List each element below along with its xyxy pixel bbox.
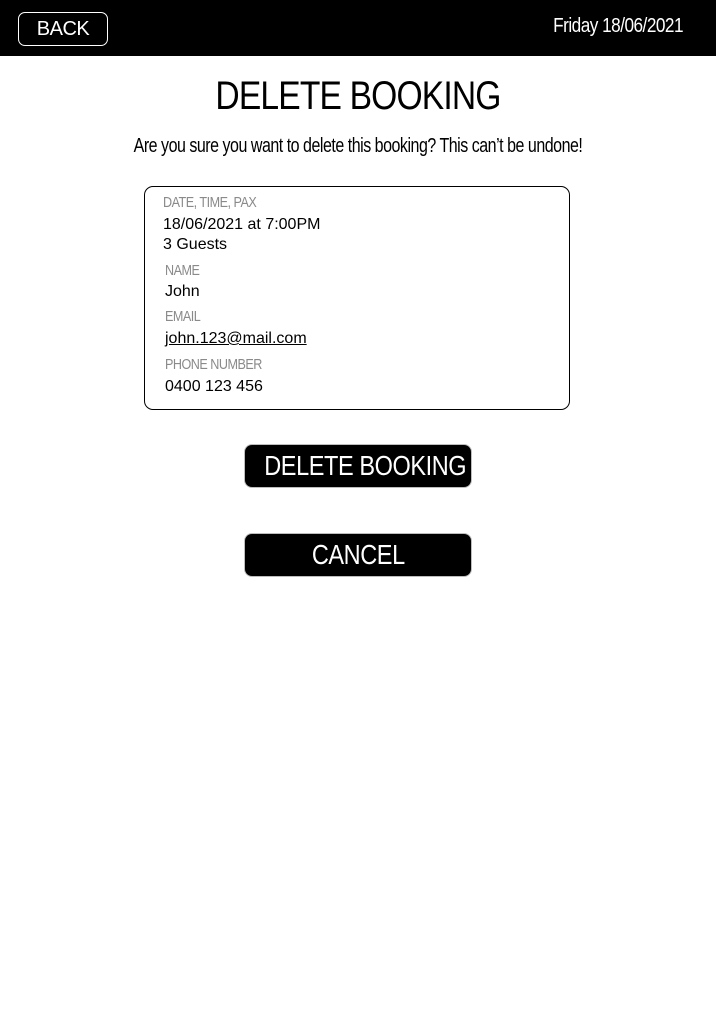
back-button[interactable]: BACK (18, 12, 108, 46)
current-date: Friday 18/06/2021 (553, 15, 683, 37)
page-title: DELETE BOOKING (215, 74, 501, 118)
datetime-label: DATE, TIME, PAX (163, 194, 257, 211)
name-label: NAME (165, 262, 200, 279)
cancel-label: CANCEL (311, 539, 405, 570)
datetime-value: 18/06/2021 at 7:00PM (163, 216, 321, 233)
delete-booking-button[interactable]: DELETE BOOKING (245, 445, 471, 487)
email-link[interactable]: john.123@mail.com (165, 330, 307, 348)
cancel-button[interactable]: CANCEL (245, 534, 471, 576)
name-value: John (165, 283, 200, 300)
guests-value: 3 Guests (163, 236, 228, 253)
email-label: EMAIL (165, 308, 201, 325)
booking-details-card: DATE, TIME, PAX 18/06/2021 at 7:00PM 3 G… (144, 186, 570, 410)
delete-booking-label: DELETE BOOKING (264, 450, 467, 481)
phone-value: 0400 123 456 (165, 378, 263, 395)
phone-label: PHONE NUMBER (165, 356, 262, 373)
confirmation-message: Are you sure you want to delete this boo… (133, 135, 583, 157)
top-bar: BACK Friday 18/06/2021 (0, 0, 716, 56)
